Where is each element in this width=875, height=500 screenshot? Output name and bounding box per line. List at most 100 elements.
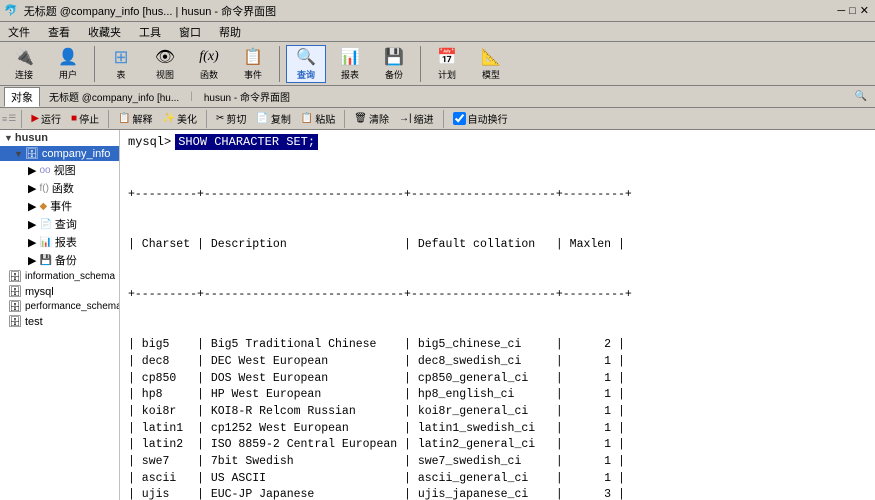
toolbar-backup-label: 备份 — [385, 68, 403, 81]
action-sep-4 — [443, 110, 444, 128]
toolbar-user[interactable]: 👤 用户 — [48, 45, 88, 83]
indent-label: 缩进 — [414, 111, 434, 126]
menu-tools[interactable]: 工具 — [135, 23, 165, 41]
autowrap-checkbox[interactable] — [453, 112, 466, 125]
run-label: 运行 — [41, 111, 61, 126]
toolbar-connect[interactable]: 🔌 连接 — [4, 45, 44, 83]
toolbar-connect-label: 连接 — [15, 68, 33, 81]
functions-label: 函数 — [52, 180, 74, 196]
sidebar-item-performance_schema[interactable]: 🗄 performance_schema — [0, 299, 119, 314]
menu-favorites[interactable]: 收藏夹 — [84, 23, 125, 41]
table-row: | big5 | Big5 Traditional Chinese | big5… — [128, 337, 867, 354]
sidebar-item-information_schema[interactable]: 🗄 information_schema — [0, 269, 119, 284]
autowrap-button[interactable]: 自动换行 — [449, 110, 512, 127]
indent-icon: →| — [399, 113, 412, 124]
views-arrow: ▶ — [28, 164, 36, 177]
sidebar-item-events[interactable]: ▶ ◆ 事件 — [0, 197, 119, 215]
mysql-db-label: mysql — [25, 286, 54, 298]
events-icon: ◆ — [39, 201, 47, 212]
sidebar-root-label: husun — [15, 132, 48, 144]
toolbar-report-label: 报表 — [341, 68, 359, 81]
run-button[interactable]: ▶ 运行 — [27, 110, 65, 127]
main-area: ▼ husun ▼ 🗄 company_info ▶ oo 视图 ▶ f() 函… — [0, 130, 875, 500]
test-db-label: test — [25, 316, 43, 328]
toolbar-sep-2 — [279, 46, 280, 82]
perf-db-label: performance_schema — [25, 301, 120, 312]
stop-icon: ■ — [71, 113, 77, 124]
sidebar-item-backups[interactable]: ▶ 💾 备份 — [0, 251, 119, 269]
sidebar-item-reports[interactable]: ▶ 📊 报表 — [0, 233, 119, 251]
search-icon[interactable]: 🔍 — [851, 90, 871, 103]
cut-button[interactable]: ✂ 剪切 — [212, 110, 250, 127]
toolbar-view-label: 视图 — [156, 68, 174, 81]
prompt-line: mysql> SHOW CHARACTER SET; — [128, 134, 867, 150]
cut-label: 剪切 — [226, 111, 246, 126]
sidebar-root[interactable]: ▼ husun — [0, 130, 119, 146]
explain-button[interactable]: 📋 解释 — [114, 110, 156, 127]
table-row: | ascii | US ASCII | ascii_general_ci | … — [128, 471, 867, 488]
toolbar-event[interactable]: 📋 事件 — [233, 45, 273, 83]
beautify-button[interactable]: ✨ 美化 — [159, 110, 201, 127]
connect-icon: 🔌 — [13, 46, 35, 68]
indent-button[interactable]: →| 缩进 — [395, 110, 438, 127]
close-btn[interactable]: ✕ — [860, 4, 869, 17]
menu-bar: 文件 查看 收藏夹 工具 窗口 帮助 — [0, 22, 875, 42]
view-icon: 👁 — [154, 46, 176, 68]
menu-file[interactable]: 文件 — [4, 23, 34, 41]
queries-arrow: ▶ — [28, 218, 36, 231]
user-icon: 👤 — [57, 46, 79, 68]
clear-button[interactable]: 🗑 清除 — [350, 110, 393, 127]
tab-console[interactable]: husun - 命令界面图 — [197, 87, 297, 106]
toolbar-function[interactable]: f(x) 函数 — [189, 45, 229, 83]
mysql-db-icon: 🗄 — [8, 285, 22, 298]
menu-window[interactable]: 窗口 — [175, 23, 205, 41]
toolbar-table[interactable]: ⊞ 表 — [101, 45, 141, 83]
tab-sep: | — [188, 91, 195, 102]
result-table: +---------+-----------------------------… — [128, 154, 867, 500]
sidebar-item-views[interactable]: ▶ oo 视图 — [0, 161, 119, 179]
copy-icon: 📄 — [256, 113, 268, 124]
toolbar-schedule[interactable]: 📅 计划 — [427, 45, 467, 83]
action-sep-2 — [206, 110, 207, 128]
queries-label: 查询 — [55, 216, 77, 232]
explain-icon: 📋 — [118, 113, 130, 124]
action-toolbar: ≡ ☰ ▶ 运行 ■ 停止 📋 解释 ✨ 美化 ✂ 剪切 📄 复制 📋 粘贴 🗑… — [0, 108, 875, 130]
copy-button[interactable]: 📄 复制 — [252, 110, 294, 127]
sidebar-item-company_info[interactable]: ▼ 🗄 company_info — [0, 146, 119, 161]
test-db-icon: 🗄 — [8, 315, 22, 328]
toolbar-model[interactable]: 📐 模型 — [471, 45, 511, 83]
beautify-icon: ✨ — [163, 113, 175, 124]
toolbar-event-label: 事件 — [244, 68, 262, 81]
toolbar-query[interactable]: 🔍 查询 — [286, 45, 326, 83]
sidebar-item-test[interactable]: 🗄 test — [0, 314, 119, 329]
toolbar-query-label: 查询 — [297, 68, 315, 81]
minimize-btn[interactable]: ─ — [837, 5, 845, 17]
action-sep-1 — [108, 110, 109, 128]
tab-query[interactable]: 无标题 @company_info [hu... — [42, 87, 186, 106]
tab-objects[interactable]: 对象 — [4, 87, 40, 107]
menu-view[interactable]: 查看 — [44, 23, 74, 41]
toolbar-backup[interactable]: 💾 备份 — [374, 45, 414, 83]
content-area[interactable]: mysql> SHOW CHARACTER SET; +---------+--… — [120, 130, 875, 500]
sidebar: ▼ husun ▼ 🗄 company_info ▶ oo 视图 ▶ f() 函… — [0, 130, 120, 500]
company-expand-icon: ▼ — [14, 149, 23, 159]
sidebar-item-queries[interactable]: ▶ 📄 查询 — [0, 215, 119, 233]
toolbar-report[interactable]: 📊 报表 — [330, 45, 370, 83]
toolbar-view[interactable]: 👁 视图 — [145, 45, 185, 83]
report-icon: 📊 — [339, 46, 361, 68]
sidebar-item-functions[interactable]: ▶ f() 函数 — [0, 179, 119, 197]
sql-command: SHOW CHARACTER SET; — [175, 134, 318, 150]
functions-icon: f() — [39, 183, 48, 194]
maximize-btn[interactable]: □ — [849, 5, 856, 17]
views-label: 视图 — [54, 162, 76, 178]
beautify-label: 美化 — [177, 111, 197, 126]
sidebar-item-mysql[interactable]: 🗄 mysql — [0, 284, 119, 299]
reports-label: 报表 — [55, 234, 77, 250]
stop-label: 停止 — [79, 111, 99, 126]
sql-area: mysql> SHOW CHARACTER SET; +---------+--… — [120, 130, 875, 500]
stop-button[interactable]: ■ 停止 — [67, 110, 103, 127]
menu-help[interactable]: 帮助 — [215, 23, 245, 41]
views-icon: oo — [39, 165, 50, 176]
paste-button[interactable]: 📋 粘贴 — [297, 110, 339, 127]
paste-label: 粘贴 — [315, 111, 335, 126]
